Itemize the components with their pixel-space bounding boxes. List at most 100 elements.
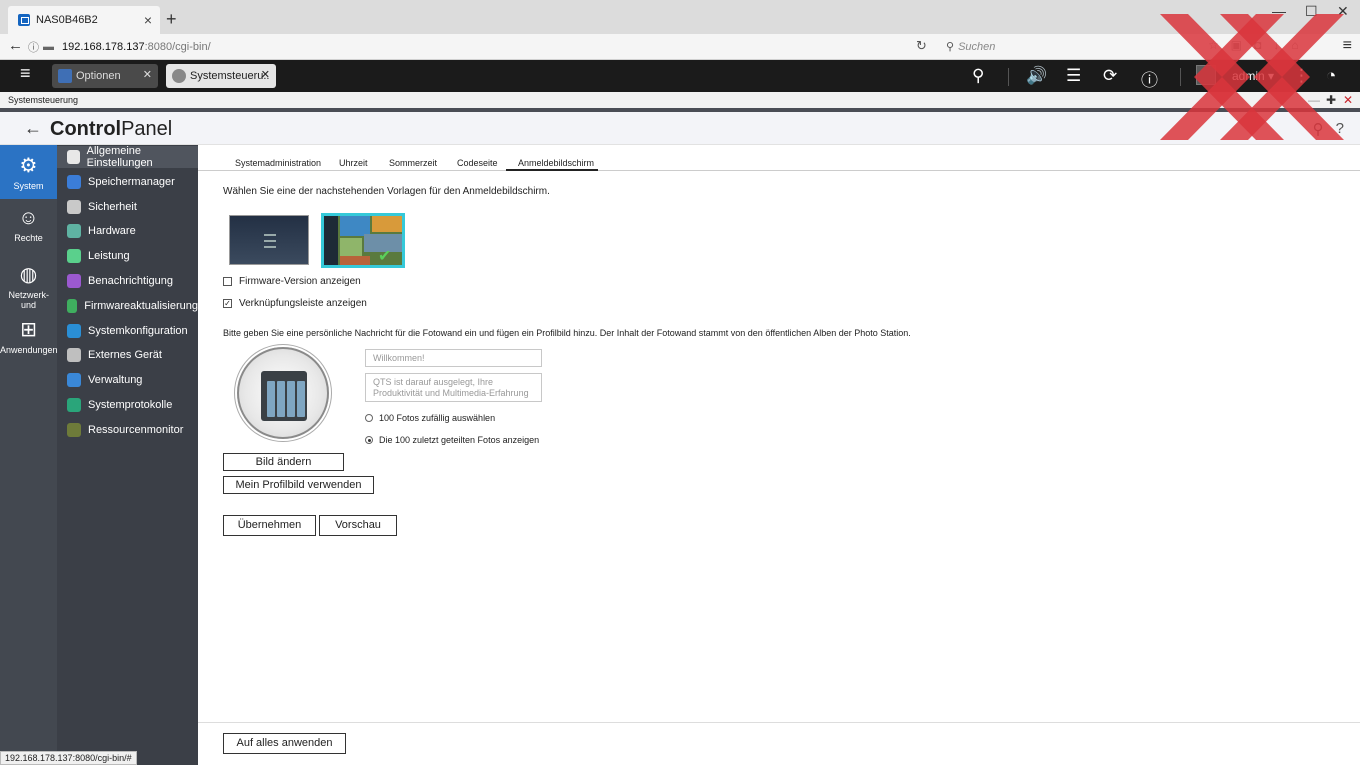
search-icon: ⚲ (946, 41, 955, 53)
rail-item-system[interactable]: ⚙ System (0, 145, 57, 199)
category-label: Allgemeine Einstellungen (86, 145, 153, 169)
category-icon (67, 174, 81, 189)
close-tab-icon[interactable]: × (144, 12, 152, 28)
dashboard-gauge-icon[interactable]: ◔ (1326, 66, 1336, 86)
rail-item-netzwerk[interactable]: ◍ Netzwerk- und (0, 258, 57, 310)
selected-check-icon: ✔ (378, 248, 392, 265)
browser-navbar: ← ⓘ ▬ 192.168.178.137:8080/cgi-bin/ ↻ ⚲ … (0, 34, 1360, 60)
browser-tab[interactable]: NAS0B46B2 × (8, 6, 160, 34)
globe-icon: ◍ (19, 264, 38, 286)
more-options-icon[interactable]: ⋮ (1293, 66, 1310, 86)
category-icon (67, 348, 81, 363)
category-item[interactable]: Systemkonfiguration (57, 320, 198, 342)
category-item[interactable]: Firmwareaktualisierung (57, 295, 198, 317)
download-icon[interactable]: ↓ (1273, 38, 1279, 52)
category-label: Hardware (88, 225, 136, 238)
address-bar[interactable]: ⓘ ▬ 192.168.178.137:8080/cgi-bin/ (28, 36, 936, 57)
category-item[interactable]: Benachrichtigung (57, 270, 198, 292)
change-image-button[interactable]: Bild ändern (223, 453, 344, 471)
radio-label: Die 100 zuletzt geteilten Fotos anzeigen (379, 435, 540, 445)
browser-tab-title: NAS0B46B2 (36, 14, 98, 26)
radio-label: 100 Fotos zufällig auswählen (379, 413, 496, 423)
category-icon (67, 398, 81, 412)
window-close-icon[interactable]: ✕ (1337, 3, 1349, 20)
volume-icon[interactable]: 🔊 (1026, 66, 1047, 86)
clipboard-icon[interactable]: ▣ (1231, 38, 1242, 52)
category-item[interactable]: Externes Gerät (57, 344, 198, 366)
pocket-icon[interactable]: ◘ (1254, 38, 1261, 52)
category-icon (67, 274, 81, 288)
firmware-version-checkbox[interactable]: Firmware-Version anzeigen (223, 276, 361, 287)
close-app-tab-icon[interactable]: ✕ (261, 68, 270, 81)
rail-label: Anwendungen (0, 345, 58, 355)
template-classic-thumbnail[interactable] (229, 215, 309, 265)
new-tab-icon[interactable]: + (166, 9, 177, 30)
category-label: Firmwareaktualisierung (84, 299, 198, 312)
main-menu-icon[interactable]: ≡ (20, 64, 38, 82)
rail-item-anwendungen[interactable]: ⊞ Anwendungen (0, 315, 58, 355)
tab-systemadministration[interactable]: Systemadministration (223, 157, 333, 171)
app-tab-optionen[interactable]: Optionen ✕ (52, 64, 158, 88)
welcome-message-input[interactable]: Willkommen! (365, 349, 542, 367)
search-input[interactable]: ⚲ Suchen (940, 36, 1200, 57)
category-label: Systemprotokolle (88, 399, 173, 411)
url-host: 192.168.178.137 (62, 40, 145, 53)
preview-button[interactable]: Vorschau (319, 515, 397, 536)
reload-icon[interactable]: ↻ (916, 38, 927, 54)
category-item[interactable]: Verwaltung (57, 369, 198, 391)
qts-taskbar: ≡ Optionen ✕ Systemsteueru.. ✕ ⚲ 🔊 ☰ ⟳ ⓘ… (0, 60, 1360, 92)
tab-anmeldebildschirm[interactable]: Anmeldebildschirm (506, 157, 598, 171)
page-title-rest: Panel (121, 118, 173, 140)
settings-app-icon (172, 69, 186, 83)
status-url: 192.168.178.137:8080/cgi-bin/# (0, 751, 137, 765)
linkbar-checkbox[interactable]: ✓ Verknüpfungsleiste anzeigen (223, 298, 367, 309)
avatar[interactable] (1196, 65, 1216, 85)
window-close-icon[interactable]: ✕ (1343, 93, 1353, 107)
search-icon[interactable]: ⚲ (1313, 120, 1324, 138)
info-icon[interactable]: ⓘ (1141, 66, 1158, 91)
window-maximize-icon[interactable]: ✚ (1326, 93, 1336, 107)
category-list: Allgemeine Einstellungen Speichermanager S… (57, 145, 198, 765)
back-arrow-icon[interactable]: ← (24, 118, 42, 139)
template-photowall-thumbnail[interactable]: ✔ (321, 213, 405, 268)
radio-recent-photos[interactable]: Die 100 zuletzt geteilten Fotos anzeigen (365, 435, 539, 445)
help-icon[interactable]: ? (1336, 120, 1344, 138)
category-item[interactable]: Systemprotokolle (57, 394, 198, 416)
maximize-icon[interactable]: ☐ (1305, 3, 1318, 20)
apply-button[interactable]: Übernehmen (223, 515, 316, 536)
category-item[interactable]: Ressourcenmonitor (57, 419, 198, 441)
window-minimize-icon[interactable]: — (1308, 93, 1320, 107)
category-item[interactable]: Leistung (57, 245, 198, 267)
stack-icon[interactable]: ☰ (1066, 66, 1081, 86)
category-item[interactable]: Speichermanager (57, 171, 198, 193)
bookmark-star-icon[interactable]: ☆ (1208, 38, 1219, 52)
app-tab-systemsteuerung[interactable]: Systemsteueru.. ✕ (166, 64, 276, 88)
left-rail: ⚙ System ☺ Rechte ◍ Netzwerk- und ⊞ Anwe… (0, 145, 58, 765)
category-item[interactable]: Sicherheit (57, 196, 198, 218)
back-arrow-icon[interactable]: ← (8, 37, 23, 54)
user-menu[interactable]: admin ▾ (1232, 69, 1274, 83)
user-icon: ☺ (18, 207, 39, 229)
close-app-tab-icon[interactable]: ✕ (143, 68, 152, 81)
minimize-icon[interactable]: — (1272, 3, 1286, 19)
sync-icon[interactable]: ⟳ (1103, 66, 1117, 86)
category-icon (67, 422, 81, 437)
content-area: Systemadministration Uhrzeit Sommerzeit … (198, 145, 1360, 765)
category-item[interactable]: Allgemeine Einstellungen (57, 145, 198, 169)
rail-item-rechte[interactable]: ☺ Rechte (0, 203, 57, 253)
use-profile-picture-button[interactable]: Mein Profilbild verwenden (223, 476, 374, 494)
home-icon[interactable]: ⌂ (1291, 38, 1298, 52)
gear-icon: ⚙ (19, 155, 38, 177)
tab-codeseite[interactable]: Codeseite (445, 157, 510, 171)
browser-menu-icon[interactable]: ≡ (1343, 37, 1352, 55)
category-item[interactable]: Hardware (57, 220, 198, 242)
tab-sommerzeit[interactable]: Sommerzeit (377, 157, 449, 171)
search-icon[interactable]: ⚲ (972, 66, 984, 86)
apply-all-button[interactable]: Auf alles anwenden (223, 733, 346, 754)
personal-message-input[interactable]: QTS ist darauf ausgelegt, Ihre Produktiv… (365, 373, 542, 402)
nas-favicon-icon (18, 14, 30, 26)
radio-random-photos[interactable]: 100 Fotos zufällig auswählen (365, 413, 495, 423)
category-label: Systemkonfiguration (88, 324, 188, 337)
tab-uhrzeit[interactable]: Uhrzeit (327, 157, 380, 171)
search-placeholder: Suchen (958, 40, 996, 53)
